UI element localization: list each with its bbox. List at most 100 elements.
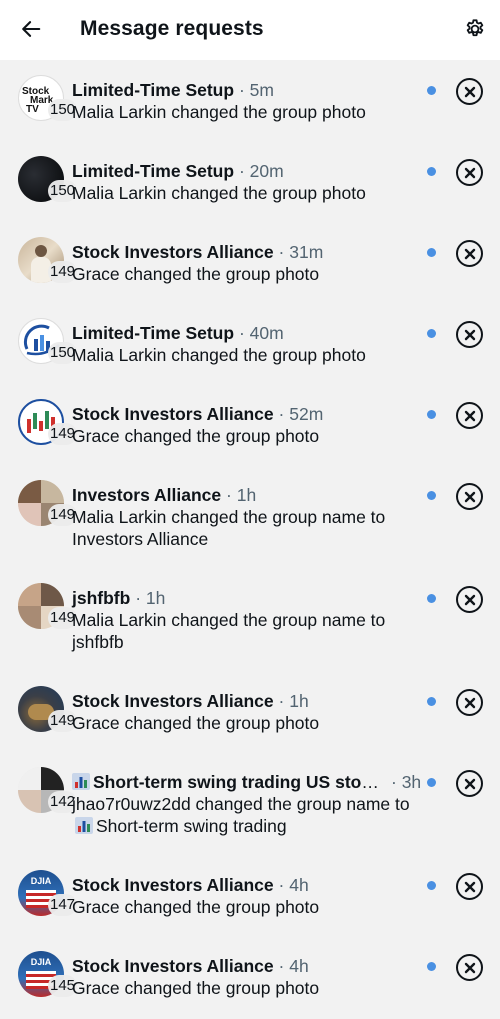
top-bar: Message requests — [0, 0, 500, 60]
separator: · — [238, 80, 245, 100]
separator: · — [278, 404, 285, 424]
group-name: Stock Investors Alliance — [72, 242, 274, 262]
page-title: Message requests — [80, 17, 264, 40]
dismiss-button[interactable] — [456, 483, 483, 510]
message-text-tail: Short-term swing trading — [96, 816, 287, 836]
close-icon — [464, 778, 475, 789]
list-item[interactable]: Stock Mark TV 150 Limited-Time Setup · 5… — [0, 60, 500, 141]
unread-dot — [427, 86, 436, 95]
message-preview: Malia Larkin changed the group photo — [72, 183, 366, 203]
list-item[interactable]: 150 Limited-Time Setup · 40m Malia Larki… — [0, 303, 500, 384]
close-icon — [464, 248, 475, 259]
close-icon — [464, 410, 475, 421]
unread-dot — [427, 594, 436, 603]
message-preview: Grace changed the group photo — [72, 897, 320, 917]
timestamp: · 3h — [391, 771, 421, 793]
list-item[interactable]: 149 Stock Investors Alliance · 1h Grace … — [0, 671, 500, 752]
unread-dot — [427, 248, 436, 257]
request-header: jshfbfb · 1h — [72, 587, 165, 609]
bar-chart-icon — [72, 773, 90, 790]
request-header: Stock Investors Alliance · 52m — [72, 403, 323, 425]
message-preview: Grace changed the group photo — [72, 264, 320, 284]
separator: · — [135, 588, 142, 608]
group-name: Limited-Time Setup — [72, 323, 235, 343]
timestamp: 20m — [249, 161, 284, 181]
group-name: Investors Alliance — [72, 485, 222, 505]
timestamp: 40m — [249, 323, 284, 343]
timestamp: 4h — [289, 956, 309, 976]
close-icon — [464, 697, 475, 708]
request-header: Stock Investors Alliance · 1h — [72, 690, 309, 712]
separator: · — [278, 691, 285, 711]
message-preview: Malia Larkin changed the group photo — [72, 102, 366, 122]
list-item[interactable]: 149 jshfbfb · 1h Malia Larkin changed th… — [0, 568, 500, 671]
gear-icon — [466, 19, 484, 37]
request-header: Limited-Time Setup · 40m — [72, 322, 284, 344]
request-header: Limited-Time Setup · 5m — [72, 79, 274, 101]
unread-dot — [427, 881, 436, 890]
dismiss-button[interactable] — [456, 770, 483, 797]
request-header: Limited-Time Setup · 20m — [72, 160, 284, 182]
unread-dot — [427, 962, 436, 971]
dismiss-button[interactable] — [456, 689, 483, 716]
dismiss-button[interactable] — [456, 321, 483, 348]
separator: · — [278, 875, 285, 895]
dismiss-button[interactable] — [456, 240, 483, 267]
list-item[interactable]: 149 Stock Investors Alliance · 31m Grace… — [0, 222, 500, 303]
group-name: Stock Investors Alliance — [72, 956, 274, 976]
dismiss-button[interactable] — [456, 78, 483, 105]
settings-button[interactable] — [460, 14, 490, 44]
request-header: Short-term swing trading US stoc... — [72, 771, 384, 793]
request-header: Stock Investors Alliance · 4h — [72, 955, 309, 977]
list-item[interactable]: 149 Stock Investors Alliance · 52m Grace… — [0, 384, 500, 465]
dismiss-button[interactable] — [456, 586, 483, 613]
list-item[interactable]: 149 Investors Alliance · 1h Malia Larkin… — [0, 465, 500, 568]
list-item[interactable]: 142 Short-term swing trading US stoc... … — [0, 752, 500, 855]
message-preview: jhao7r0uwz2dd changed the group name to … — [72, 793, 412, 837]
timestamp: 1h — [236, 485, 257, 505]
timestamp: 1h — [145, 588, 166, 608]
separator: · — [226, 485, 232, 505]
message-preview: Malia Larkin changed the group name to I… — [72, 507, 386, 549]
timestamp: 5m — [249, 80, 274, 100]
dismiss-button[interactable] — [456, 159, 483, 186]
list-item[interactable]: DJIA 145 Stock Investors Alliance · 4h G… — [0, 936, 500, 1017]
message-preview: Grace changed the group photo — [72, 713, 320, 733]
unread-dot — [427, 697, 436, 706]
close-icon — [464, 594, 475, 605]
close-icon — [464, 881, 475, 892]
close-icon — [464, 167, 475, 178]
djia-text: DJIA — [30, 957, 52, 967]
close-icon — [464, 86, 475, 97]
group-name: Stock Investors Alliance — [72, 691, 274, 711]
bar-chart-icon — [75, 817, 93, 834]
timestamp: 4h — [289, 875, 309, 895]
dismiss-button[interactable] — [456, 954, 483, 981]
message-preview: Malia Larkin changed the group photo — [72, 345, 366, 365]
separator: · — [238, 323, 245, 343]
message-text: jhao7r0uwz2dd changed the group name to — [72, 794, 410, 814]
timestamp-value: 3h — [401, 772, 422, 792]
dismiss-button[interactable] — [456, 873, 483, 900]
djia-text: DJIA — [30, 876, 52, 886]
separator: · — [278, 242, 285, 262]
request-header: Investors Alliance · 1h — [72, 484, 256, 506]
message-preview: Malia Larkin changed the group name to j… — [72, 610, 386, 652]
list-item[interactable]: DJIA 147 Stock Investors Alliance · 4h G… — [0, 855, 500, 936]
back-button[interactable] — [16, 14, 46, 44]
list-item[interactable]: 150 Limited-Time Setup · 20m Malia Larki… — [0, 141, 500, 222]
close-icon — [464, 329, 475, 340]
timestamp: 52m — [289, 404, 324, 424]
dismiss-button[interactable] — [456, 402, 483, 429]
request-header: Stock Investors Alliance · 31m — [72, 241, 323, 263]
group-name: Limited-Time Setup — [72, 80, 235, 100]
separator: · — [238, 161, 245, 181]
message-preview: Grace changed the group photo — [72, 426, 320, 446]
group-name: Short-term swing trading US stoc... — [93, 772, 384, 792]
timestamp: 1h — [289, 691, 309, 711]
unread-dot — [427, 778, 436, 787]
group-name: Stock Investors Alliance — [72, 875, 274, 895]
unread-dot — [427, 410, 436, 419]
timestamp: 31m — [289, 242, 324, 262]
unread-dot — [427, 167, 436, 176]
